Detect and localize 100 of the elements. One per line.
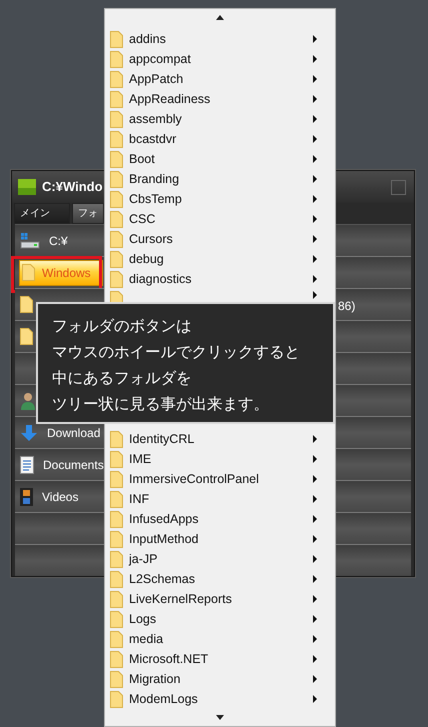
folder-icon xyxy=(110,450,123,468)
menu-item[interactable]: addins xyxy=(129,30,166,48)
menu-item[interactable]: IME xyxy=(129,450,152,468)
submenu-arrow-icon xyxy=(313,615,317,623)
submenu-arrow-icon xyxy=(313,635,317,643)
app-icon xyxy=(18,179,36,195)
folder-icon xyxy=(110,610,123,628)
folder-icon xyxy=(110,230,123,248)
folder-icon xyxy=(110,110,123,128)
menu-item[interactable]: CSC xyxy=(129,210,156,228)
folder-icon xyxy=(110,430,123,448)
menu-item[interactable]: media xyxy=(129,630,164,648)
menu-item[interactable]: bcastdvr xyxy=(129,130,176,148)
menu-item[interactable]: CbsTemp xyxy=(129,190,182,208)
menu-item[interactable]: appcompat xyxy=(129,50,191,68)
folder-icon xyxy=(110,70,123,88)
folder-icon xyxy=(110,150,123,168)
submenu-arrow-icon xyxy=(313,175,317,183)
submenu-arrow-icon xyxy=(313,535,317,543)
folder-icon xyxy=(110,250,123,268)
folder-icon xyxy=(110,130,123,148)
submenu-arrow-icon xyxy=(313,135,317,143)
menu-item[interactable]: assembly xyxy=(129,110,182,128)
menu-item[interactable]: ja-JP xyxy=(129,550,158,568)
folder-label: C:¥ xyxy=(49,232,68,250)
menu-item[interactable]: InfusedApps xyxy=(129,510,198,528)
menu-item[interactable]: AppPatch xyxy=(129,70,184,88)
submenu-arrow-icon xyxy=(313,495,317,503)
menu-item[interactable]: INF xyxy=(129,490,150,508)
folder-icon xyxy=(20,296,33,313)
folder-icon xyxy=(110,210,123,228)
document-icon xyxy=(20,456,34,474)
menu-item[interactable]: L2Schemas xyxy=(129,570,196,588)
menu-item[interactable]: ModemLogs xyxy=(129,690,198,708)
submenu-arrow-icon xyxy=(313,475,317,483)
submenu-arrow-icon xyxy=(313,455,317,463)
menu-item[interactable]: AppReadiness xyxy=(129,90,210,108)
scroll-down-icon[interactable] xyxy=(216,715,224,720)
submenu-arrow-icon xyxy=(313,215,317,223)
folder-icon xyxy=(110,630,123,648)
menu-item[interactable]: IdentityCRL xyxy=(129,430,194,448)
submenu-arrow-icon xyxy=(313,55,317,63)
folder-icon xyxy=(20,328,33,345)
submenu-arrow-icon xyxy=(313,235,317,243)
folder-label: Windows xyxy=(42,264,91,282)
menu-item[interactable]: Migration xyxy=(129,670,180,688)
tab[interactable]: フォ xyxy=(72,203,104,224)
submenu-arrow-icon xyxy=(313,595,317,603)
menu-item[interactable]: diagnostics xyxy=(129,270,192,288)
submenu-arrow-icon xyxy=(313,115,317,123)
submenu-arrow-icon xyxy=(313,95,317,103)
submenu-arrow-icon xyxy=(313,675,317,683)
folder-icon xyxy=(110,510,123,528)
tooltip-text: フォルダのボタンは xyxy=(52,316,192,337)
tooltip-text: マウスのホイールでクリックすると xyxy=(52,342,300,363)
menu-item[interactable]: Cursors xyxy=(129,230,173,248)
folder-label: Download xyxy=(47,424,100,442)
download-arrow-icon xyxy=(20,424,38,442)
folder-icon xyxy=(110,270,123,288)
submenu-arrow-icon xyxy=(313,655,317,663)
menu-item[interactable]: ImmersiveControlPanel xyxy=(129,470,259,488)
folder-icon xyxy=(110,590,123,608)
menu-item[interactable]: Microsoft.NET xyxy=(129,650,208,668)
scroll-up-icon[interactable] xyxy=(216,15,224,20)
folder-label: Videos xyxy=(42,488,78,506)
folder-label: 86) xyxy=(338,298,356,315)
menu-item[interactable]: Logs xyxy=(129,610,156,628)
drive-icon xyxy=(20,232,40,248)
folder-icon xyxy=(110,170,123,188)
folder-icon xyxy=(110,570,123,588)
folder-icon xyxy=(110,690,123,708)
submenu-arrow-icon xyxy=(313,195,317,203)
menu-item[interactable]: debug xyxy=(129,250,164,268)
submenu-arrow-icon xyxy=(313,555,317,563)
folder-label: Documents xyxy=(43,456,104,474)
menu-item[interactable]: LiveKernelReports xyxy=(129,590,232,608)
folder-icon xyxy=(22,264,35,281)
folder-icon xyxy=(110,670,123,688)
folder-icon xyxy=(110,30,123,48)
user-icon xyxy=(20,392,36,410)
tooltip-text: ツリー状に見る事が出来ます。 xyxy=(52,394,269,415)
menu-item[interactable]: Boot xyxy=(129,150,155,168)
submenu-arrow-icon xyxy=(313,155,317,163)
submenu-arrow-icon xyxy=(313,695,317,703)
tooltip-text: 中にあるフォルダを xyxy=(52,368,192,389)
menu-item[interactable]: InputMethod xyxy=(129,530,198,548)
film-icon xyxy=(20,488,33,506)
folder-icon xyxy=(110,490,123,508)
folder-icon xyxy=(110,90,123,108)
tab[interactable]: メイン xyxy=(14,203,70,224)
folder-icon xyxy=(110,550,123,568)
folder-icon xyxy=(110,530,123,548)
folder-icon xyxy=(110,50,123,68)
submenu-arrow-icon xyxy=(313,75,317,83)
window-title: C:¥Windo xyxy=(42,178,103,196)
submenu-arrow-icon xyxy=(313,575,317,583)
menu-item[interactable]: Branding xyxy=(129,170,180,188)
submenu-arrow-icon xyxy=(313,255,317,263)
submenu-arrow-icon xyxy=(313,515,317,523)
submenu-arrow-icon xyxy=(313,35,317,43)
